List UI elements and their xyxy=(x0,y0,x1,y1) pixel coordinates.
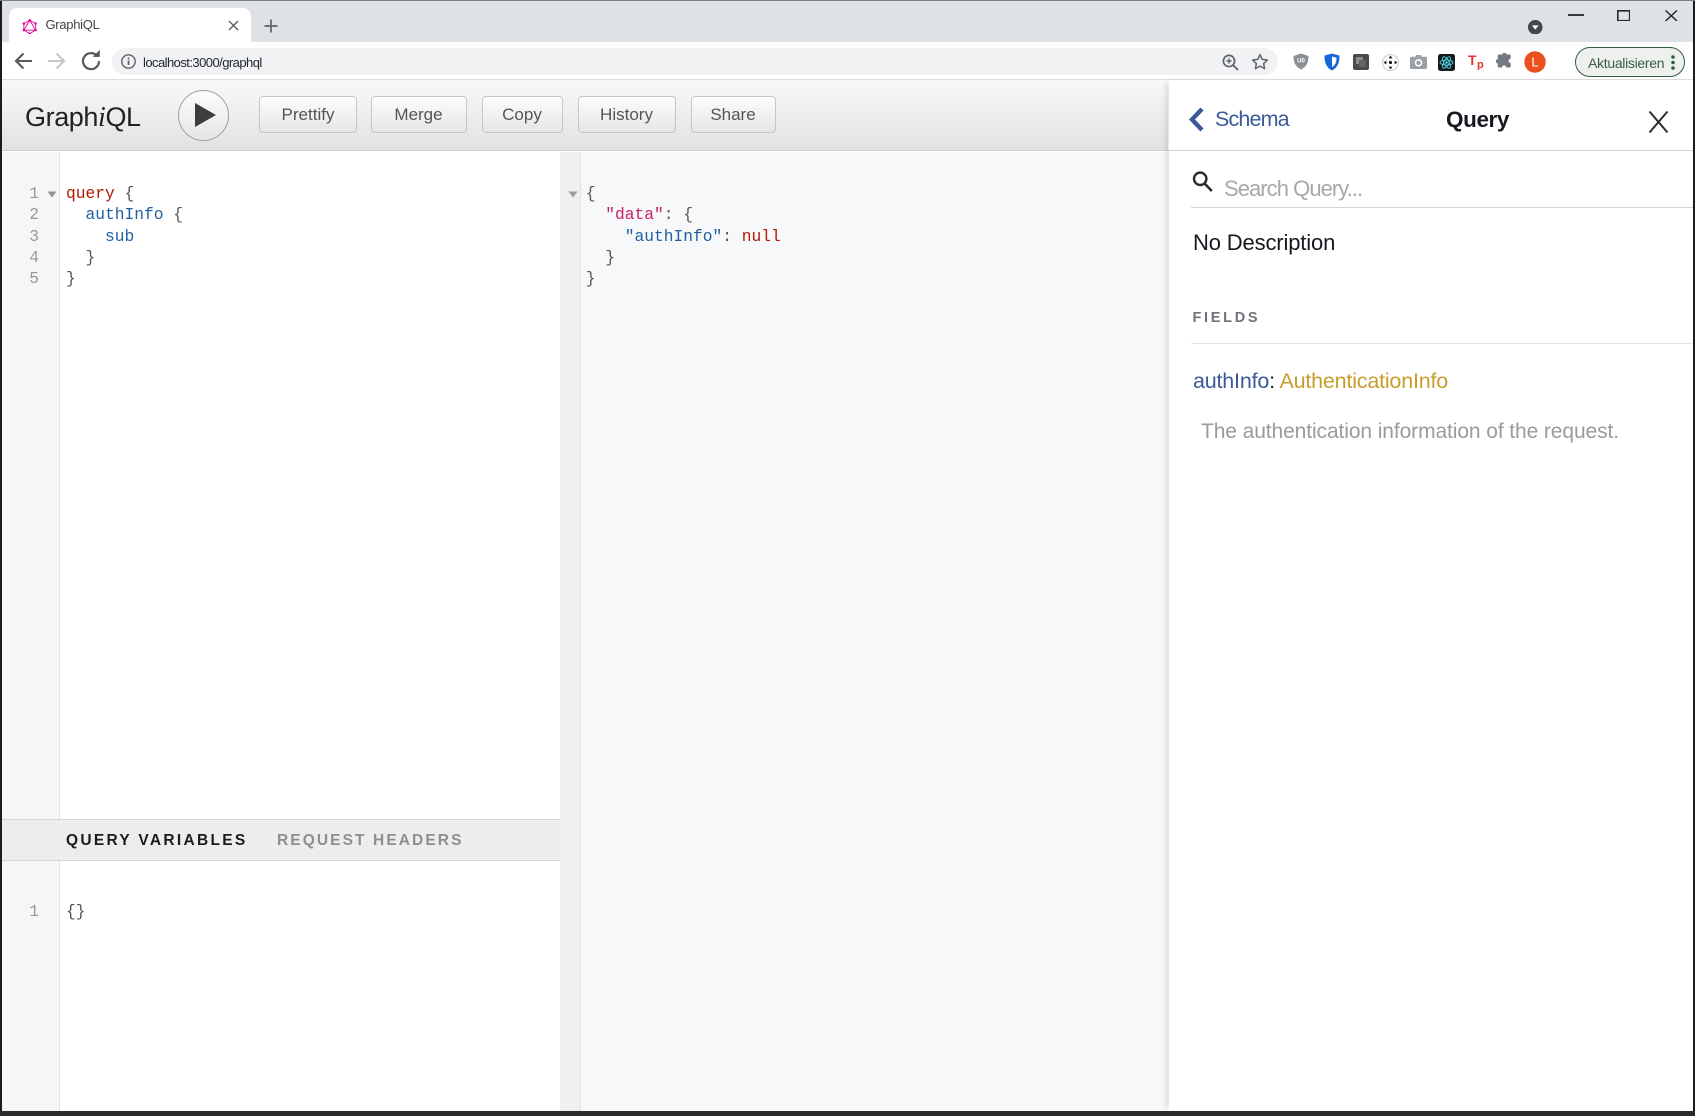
svg-text:L: L xyxy=(1531,55,1538,70)
svg-text:p: p xyxy=(1477,59,1484,70)
svg-text:U0: U0 xyxy=(1297,59,1305,65)
svg-text:T: T xyxy=(1468,53,1477,68)
